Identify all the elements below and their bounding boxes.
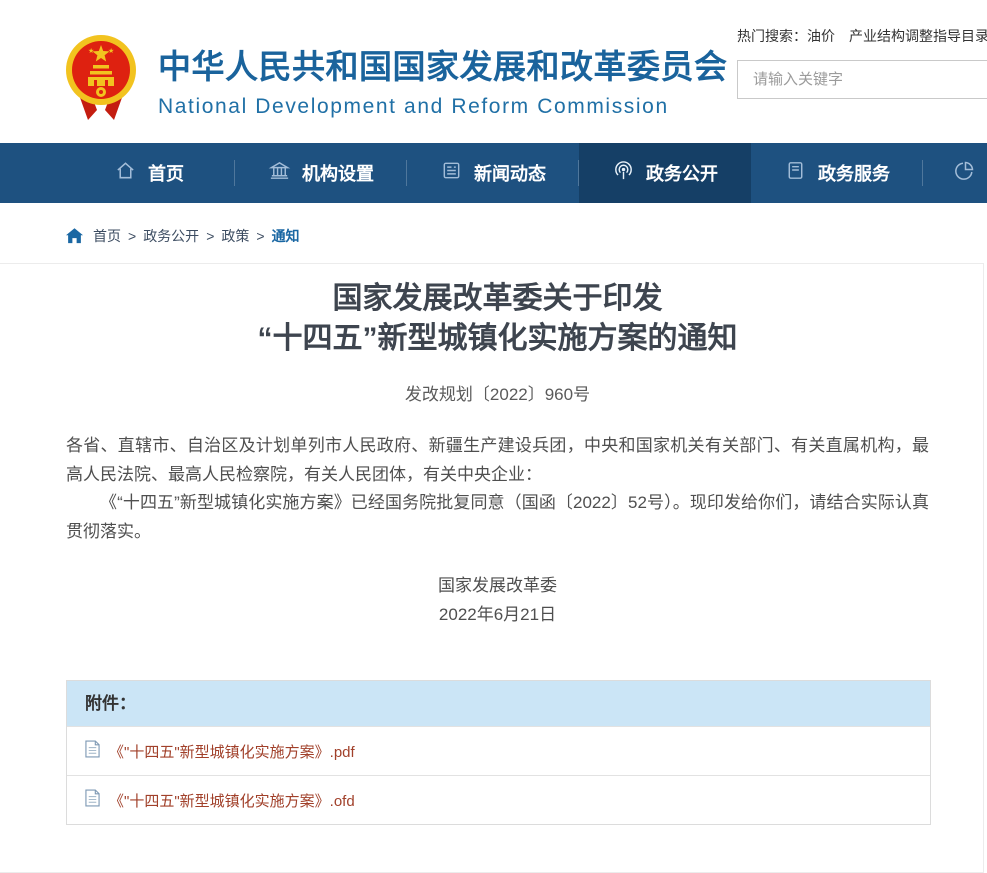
hot-search-label: 热门搜索： (737, 28, 807, 44)
nav-item-news[interactable]: 新闻动态 (407, 143, 579, 203)
breadcrumb-policy[interactable]: 政策 (221, 226, 249, 246)
hot-search-link-catalog[interactable]: 产业结构调整指导目录 (849, 28, 987, 44)
article-title: 国家发展改革委关于印发 “十四五”新型城镇化实施方案的通知 (66, 279, 929, 359)
attachment-row-pdf: 《"十四五"新型城镇化实施方案》.pdf (67, 726, 930, 775)
breadcrumb-current-notice[interactable]: 通知 (272, 226, 300, 246)
attachment-link-ofd[interactable]: 《"十四五"新型城镇化实施方案》.ofd (109, 790, 355, 811)
signer: 国家发展改革委 (66, 571, 929, 600)
nav-item-label: 新闻动态 (474, 160, 546, 186)
news-icon (440, 159, 463, 187)
breadcrumb-separator: > (128, 228, 136, 244)
article-body: 各省、直辖市、自治区及计划单列市人民政府、新疆生产建设兵团，中央和国家机关有关部… (66, 432, 929, 546)
breadcrumb-separator: > (256, 228, 264, 244)
breadcrumb: 首页 > 政务公开 > 政策 > 通知 (66, 226, 987, 246)
breadcrumb-disclosure[interactable]: 政务公开 (143, 226, 199, 246)
nav-item-organization[interactable]: 机构设置 (235, 143, 407, 203)
file-icon (85, 789, 100, 812)
breadcrumb-separator: > (206, 228, 214, 244)
file-icon (85, 740, 100, 763)
nav-item-label: 机构设置 (302, 160, 374, 186)
home-icon (114, 159, 137, 187)
broadcast-icon (612, 159, 635, 187)
nav-item-government-affairs-disclosure[interactable]: 政务公开 (579, 143, 751, 203)
search-input[interactable] (738, 61, 987, 98)
svg-text:★: ★ (88, 47, 94, 55)
home-icon[interactable] (66, 228, 83, 244)
pie-chart-icon (952, 159, 976, 188)
site-header: ★ ★ 中华人民共和国国家发展和改革委员会 National Developme… (0, 0, 987, 143)
article-paragraph: 各省、直辖市、自治区及计划单列市人民政府、新疆生产建设兵团，中央和国家机关有关部… (66, 432, 929, 489)
nav-item-label: 政务公开 (646, 160, 718, 186)
nav-item-data[interactable] (923, 143, 987, 203)
attachments-box: 附件： 《"十四五"新型城镇化实施方案》.pdf 《"十四五"新型城镇化实施方案… (66, 680, 931, 825)
article-title-line2: “十四五”新型城镇化实施方案的通知 (66, 319, 929, 359)
sign-date: 2022年6月21日 (66, 600, 929, 629)
hot-search-link-oil[interactable]: 油价 (807, 28, 835, 44)
breadcrumb-home[interactable]: 首页 (93, 226, 121, 246)
signature-block: 国家发展改革委 2022年6月21日 (66, 571, 929, 629)
nav-item-label: 首页 (148, 160, 184, 186)
site-title: 中华人民共和国国家发展和改革委员会 (158, 40, 728, 88)
nav-item-government-services[interactable]: 政务服务 (751, 143, 923, 203)
article-paragraph: 《“十四五”新型城镇化实施方案》已经国务院批复同意（国函〔2022〕52号）。现… (66, 489, 929, 546)
nav-item-label: 政务服务 (818, 160, 890, 186)
main-navigation: 首页 机构设置 新闻动态 政务公开 政务服务 (0, 143, 987, 203)
document-icon (784, 159, 807, 187)
article-title-line1: 国家发展改革委关于印发 (66, 279, 929, 319)
svg-text:★: ★ (108, 47, 114, 55)
institution-icon (268, 159, 291, 187)
search-box (737, 60, 987, 99)
national-emblem-logo: ★ ★ (64, 28, 138, 129)
document-number: 发改规划〔2022〕960号 (66, 380, 929, 405)
article-container: 国家发展改革委关于印发 “十四五”新型城镇化实施方案的通知 发改规划〔2022〕… (0, 263, 984, 873)
attachments-header: 附件： (67, 681, 930, 726)
site-title-english: National Development and Reform Commissi… (158, 95, 728, 119)
attachment-link-pdf[interactable]: 《"十四五"新型城镇化实施方案》.pdf (109, 741, 355, 762)
nav-item-home[interactable]: 首页 (63, 143, 235, 203)
hot-search-bar: 热门搜索：油价产业结构调整指导目录 (737, 26, 987, 46)
